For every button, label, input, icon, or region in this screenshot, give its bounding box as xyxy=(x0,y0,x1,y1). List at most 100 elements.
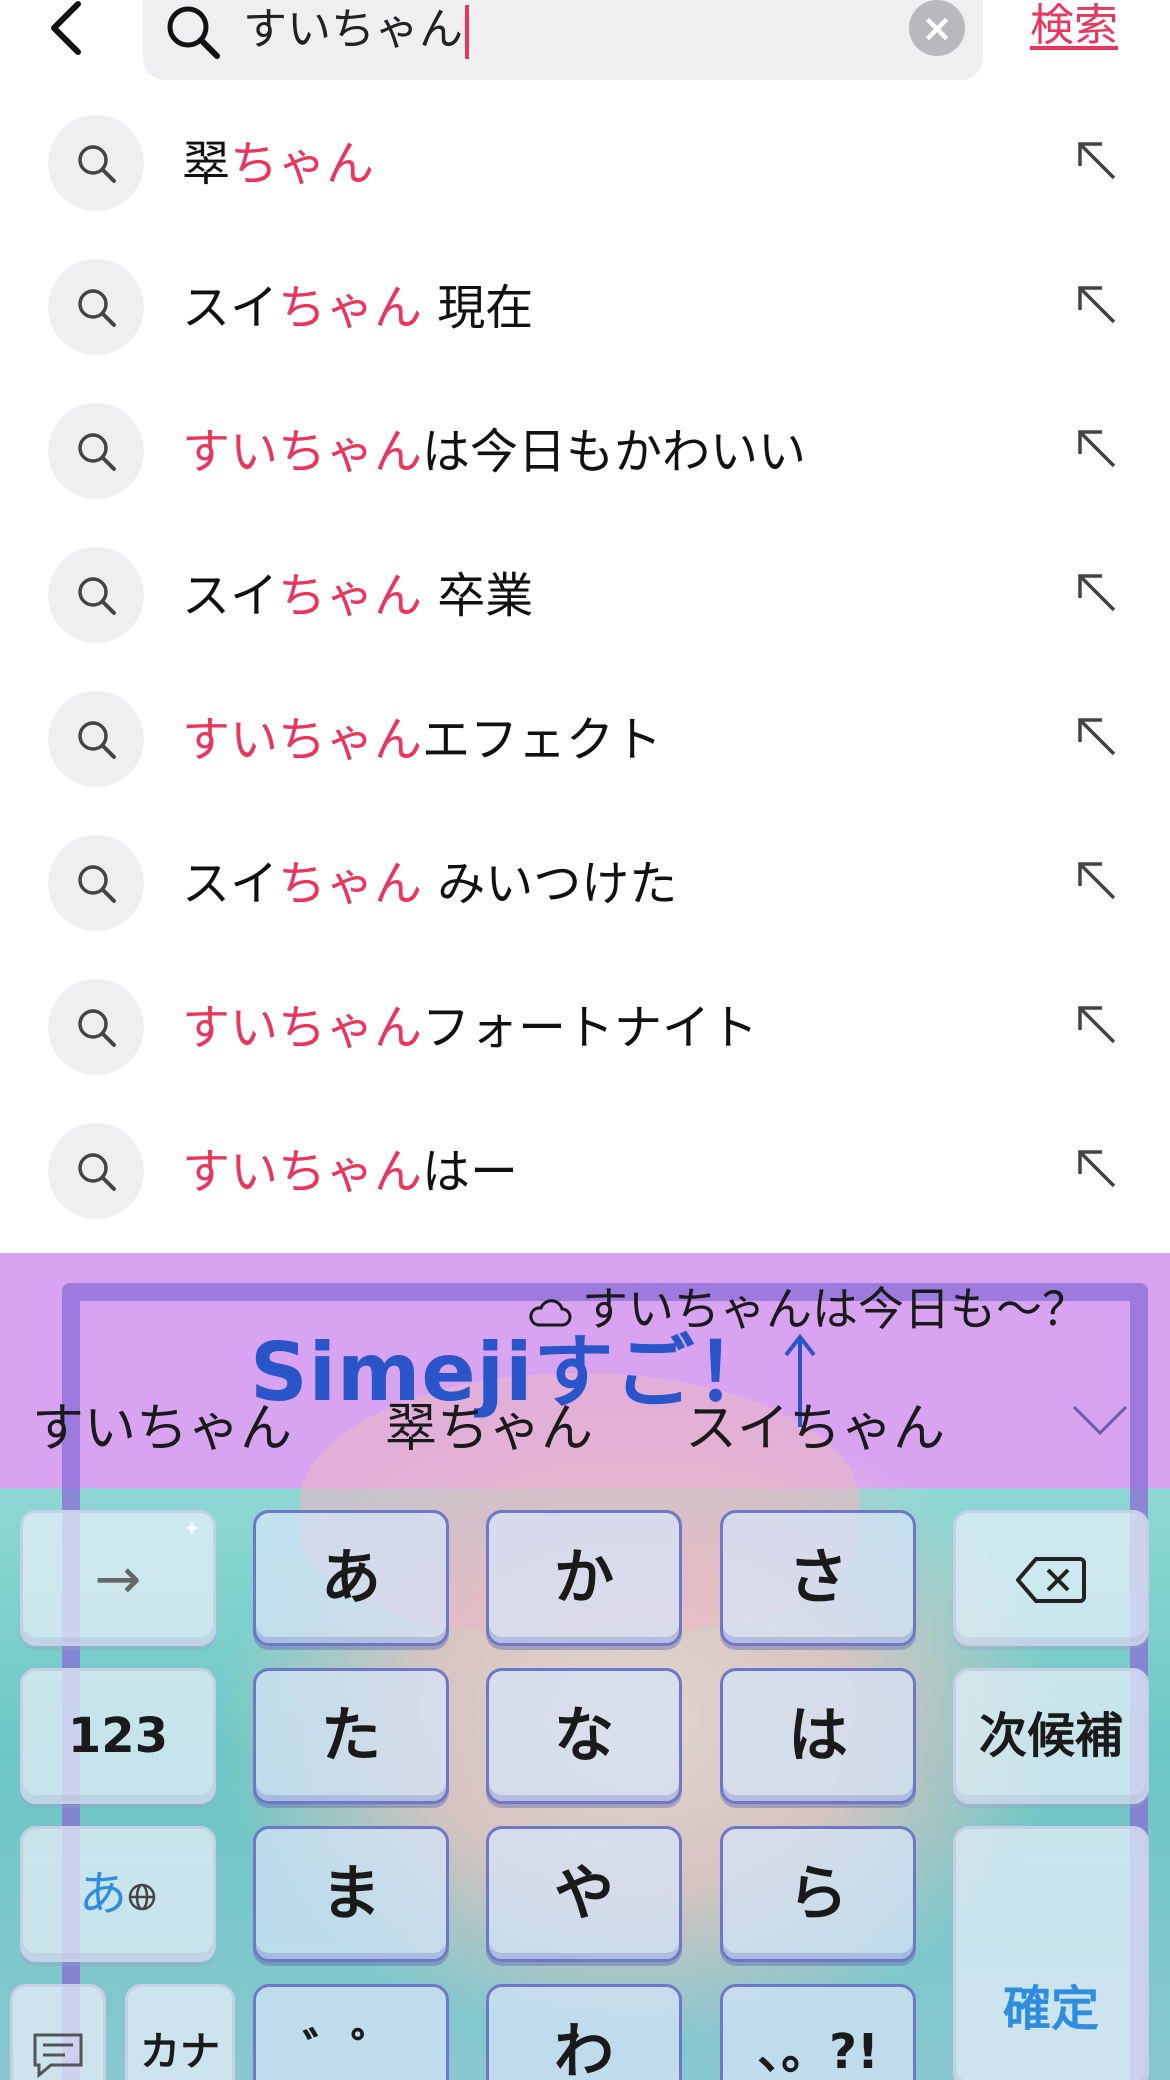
key-ka[interactable]: か xyxy=(486,1510,682,1646)
key-ha[interactable]: は xyxy=(720,1668,916,1804)
suggestion-highlight-prefix: すいちゃん xyxy=(182,424,423,480)
suggestion-highlight-prefix: すいちゃん xyxy=(182,712,423,768)
chevron-down-icon[interactable] xyxy=(1070,1401,1130,1441)
sparkle-icon: ✦ xyxy=(182,1517,201,1542)
kana-key[interactable]: カナ xyxy=(125,1984,235,2080)
suggestion-text: 翠ちゃん xyxy=(182,134,374,194)
suggestion-highlight-prefix: すいちゃん xyxy=(182,1144,423,1200)
search-icon xyxy=(78,289,116,327)
fill-query-arrow-icon[interactable] xyxy=(1072,856,1122,906)
search-icon xyxy=(78,865,116,903)
suggestion-rest: 現在 xyxy=(422,280,534,336)
search-icon xyxy=(78,145,116,183)
comment-icon xyxy=(33,2033,83,2079)
key-a[interactable]: あ xyxy=(253,1510,449,1646)
suggestion-prefix: 翠 xyxy=(182,136,231,192)
fill-query-arrow-icon[interactable] xyxy=(1072,712,1122,762)
key-sa[interactable]: さ xyxy=(720,1510,916,1646)
backspace-key[interactable] xyxy=(953,1510,1149,1646)
input-mode-label: あ xyxy=(78,1866,127,1922)
search-icon xyxy=(78,721,116,759)
suggestion-item[interactable]: すいちゃんフォートナイト xyxy=(0,956,1170,1100)
suggestion-highlight: ちゃん xyxy=(278,280,423,336)
suggestion-item[interactable]: スイちゃん 現在 xyxy=(0,236,1170,380)
candidate-item[interactable]: スイちゃん xyxy=(685,1393,945,1465)
suggestion-rest: エフェクト xyxy=(422,712,663,768)
key-ya[interactable]: や xyxy=(486,1826,682,1962)
arrow-right-icon: → xyxy=(94,1547,142,1612)
search-icon xyxy=(78,433,116,471)
suggestion-icon-bg xyxy=(48,403,144,499)
close-icon: × xyxy=(921,6,953,50)
key-ma[interactable]: ま xyxy=(253,1826,449,1962)
candidate-list: すいちゃん 翠ちゃん スイちゃん xyxy=(0,1393,1170,1469)
search-icon xyxy=(78,1009,116,1047)
suggestion-highlight-prefix: すいちゃん xyxy=(182,1000,423,1056)
suggestion-icon-bg xyxy=(48,691,144,787)
suggestion-item[interactable]: すいちゃんエフェクト xyxy=(0,668,1170,812)
suggestion-icon-bg xyxy=(48,259,144,355)
input-mode-key[interactable]: あ xyxy=(20,1826,216,1962)
suggestion-text: すいちゃんは今日もかわいい xyxy=(182,422,806,482)
fill-query-arrow-icon[interactable] xyxy=(1072,136,1122,186)
key-ta[interactable]: た xyxy=(253,1668,449,1804)
search-query: すいちゃん xyxy=(243,2,469,59)
suggestion-item[interactable]: スイちゃん 卒業 xyxy=(0,524,1170,668)
fill-query-arrow-icon[interactable] xyxy=(1072,280,1122,330)
suggestion-text: スイちゃん 現在 xyxy=(182,278,533,338)
chevron-left-icon xyxy=(51,1,81,55)
suggestion-item[interactable]: 翠ちゃん xyxy=(0,92,1170,236)
suggestion-icon-bg xyxy=(48,835,144,931)
key-ra[interactable]: ら xyxy=(720,1826,916,1962)
text-caret xyxy=(465,5,469,59)
keyboard: すいちゃんは今日も〜？ Simejiすご！ すいちゃん 翠ちゃん スイちゃん →… xyxy=(0,1253,1170,2080)
suggestion-list: 翠ちゃん スイちゃん 現在 すいちゃんは今日もかわいい スイちゃん 卒業 すいちゃんエフ… xyxy=(0,92,1170,1244)
suggestion-highlight: ちゃん xyxy=(278,568,423,624)
backspace-icon xyxy=(1015,1557,1086,1603)
suggestion-rest: 卒業 xyxy=(422,568,534,624)
search-header: すいちゃん × 検索 xyxy=(0,0,1170,100)
feedback-key[interactable] xyxy=(10,1984,106,2080)
clear-button[interactable]: × xyxy=(909,0,965,56)
suggestion-item[interactable]: すいちゃんは今日もかわいい xyxy=(0,380,1170,524)
suggestion-text: すいちゃんはー xyxy=(182,1142,518,1202)
suggestion-icon-bg xyxy=(48,979,144,1075)
suggestion-icon-bg xyxy=(48,115,144,211)
numeric-mode-key[interactable]: 123 xyxy=(20,1668,216,1804)
suggestion-rest: はー xyxy=(422,1144,519,1200)
suggestion-text: スイちゃん みいつけた xyxy=(182,854,677,914)
candidate-item[interactable]: すいちゃん xyxy=(32,1393,292,1465)
suggestion-rest: は今日もかわいい xyxy=(422,424,807,480)
cursor-right-key[interactable]: → ✦ xyxy=(20,1510,216,1646)
next-candidate-key[interactable]: 次候補 xyxy=(953,1668,1149,1804)
suggestion-prefix: スイ xyxy=(182,856,279,912)
suggestion-highlight: ちゃん xyxy=(230,136,375,192)
cloud-icon xyxy=(529,1298,572,1326)
fill-query-arrow-icon[interactable] xyxy=(1072,568,1122,618)
suggestion-text: すいちゃんフォートナイト xyxy=(182,998,758,1058)
suggestion-text: すいちゃんエフェクト xyxy=(182,710,662,770)
candidate-item[interactable]: 翠ちゃん xyxy=(385,1393,593,1465)
suggestion-item[interactable]: スイちゃん みいつけた xyxy=(0,812,1170,956)
dakuten-key[interactable]: ゛゜ xyxy=(253,1984,449,2080)
search-input[interactable]: すいちゃん × xyxy=(143,0,983,80)
back-button[interactable] xyxy=(40,0,100,60)
suggestion-rest: フォートナイト xyxy=(422,1000,759,1056)
key-wa[interactable]: わ xyxy=(486,1984,682,2080)
search-submit-button[interactable]: 検索 xyxy=(1030,0,1118,52)
confirm-key[interactable]: 確定 xyxy=(953,1826,1149,2080)
fill-query-arrow-icon[interactable] xyxy=(1072,1000,1122,1050)
suggestion-highlight: ちゃん xyxy=(278,856,423,912)
suggestion-prefix: スイ xyxy=(182,568,279,624)
globe-icon xyxy=(128,1883,156,1911)
suggestion-text: スイちゃん 卒業 xyxy=(182,566,533,626)
fill-query-arrow-icon[interactable] xyxy=(1072,424,1122,474)
punctuation-key[interactable]: 、。?! xyxy=(720,1984,916,2080)
suggestion-icon-bg xyxy=(48,1123,144,1219)
candidate-bar: すいちゃんは今日も〜？ Simejiすご！ すいちゃん 翠ちゃん スイちゃん xyxy=(0,1253,1170,1488)
suggestion-rest: みいつけた xyxy=(422,856,678,912)
suggestion-item[interactable]: すいちゃんはー xyxy=(0,1100,1170,1244)
search-icon xyxy=(167,6,220,59)
key-na[interactable]: な xyxy=(486,1668,682,1804)
fill-query-arrow-icon[interactable] xyxy=(1072,1144,1122,1194)
